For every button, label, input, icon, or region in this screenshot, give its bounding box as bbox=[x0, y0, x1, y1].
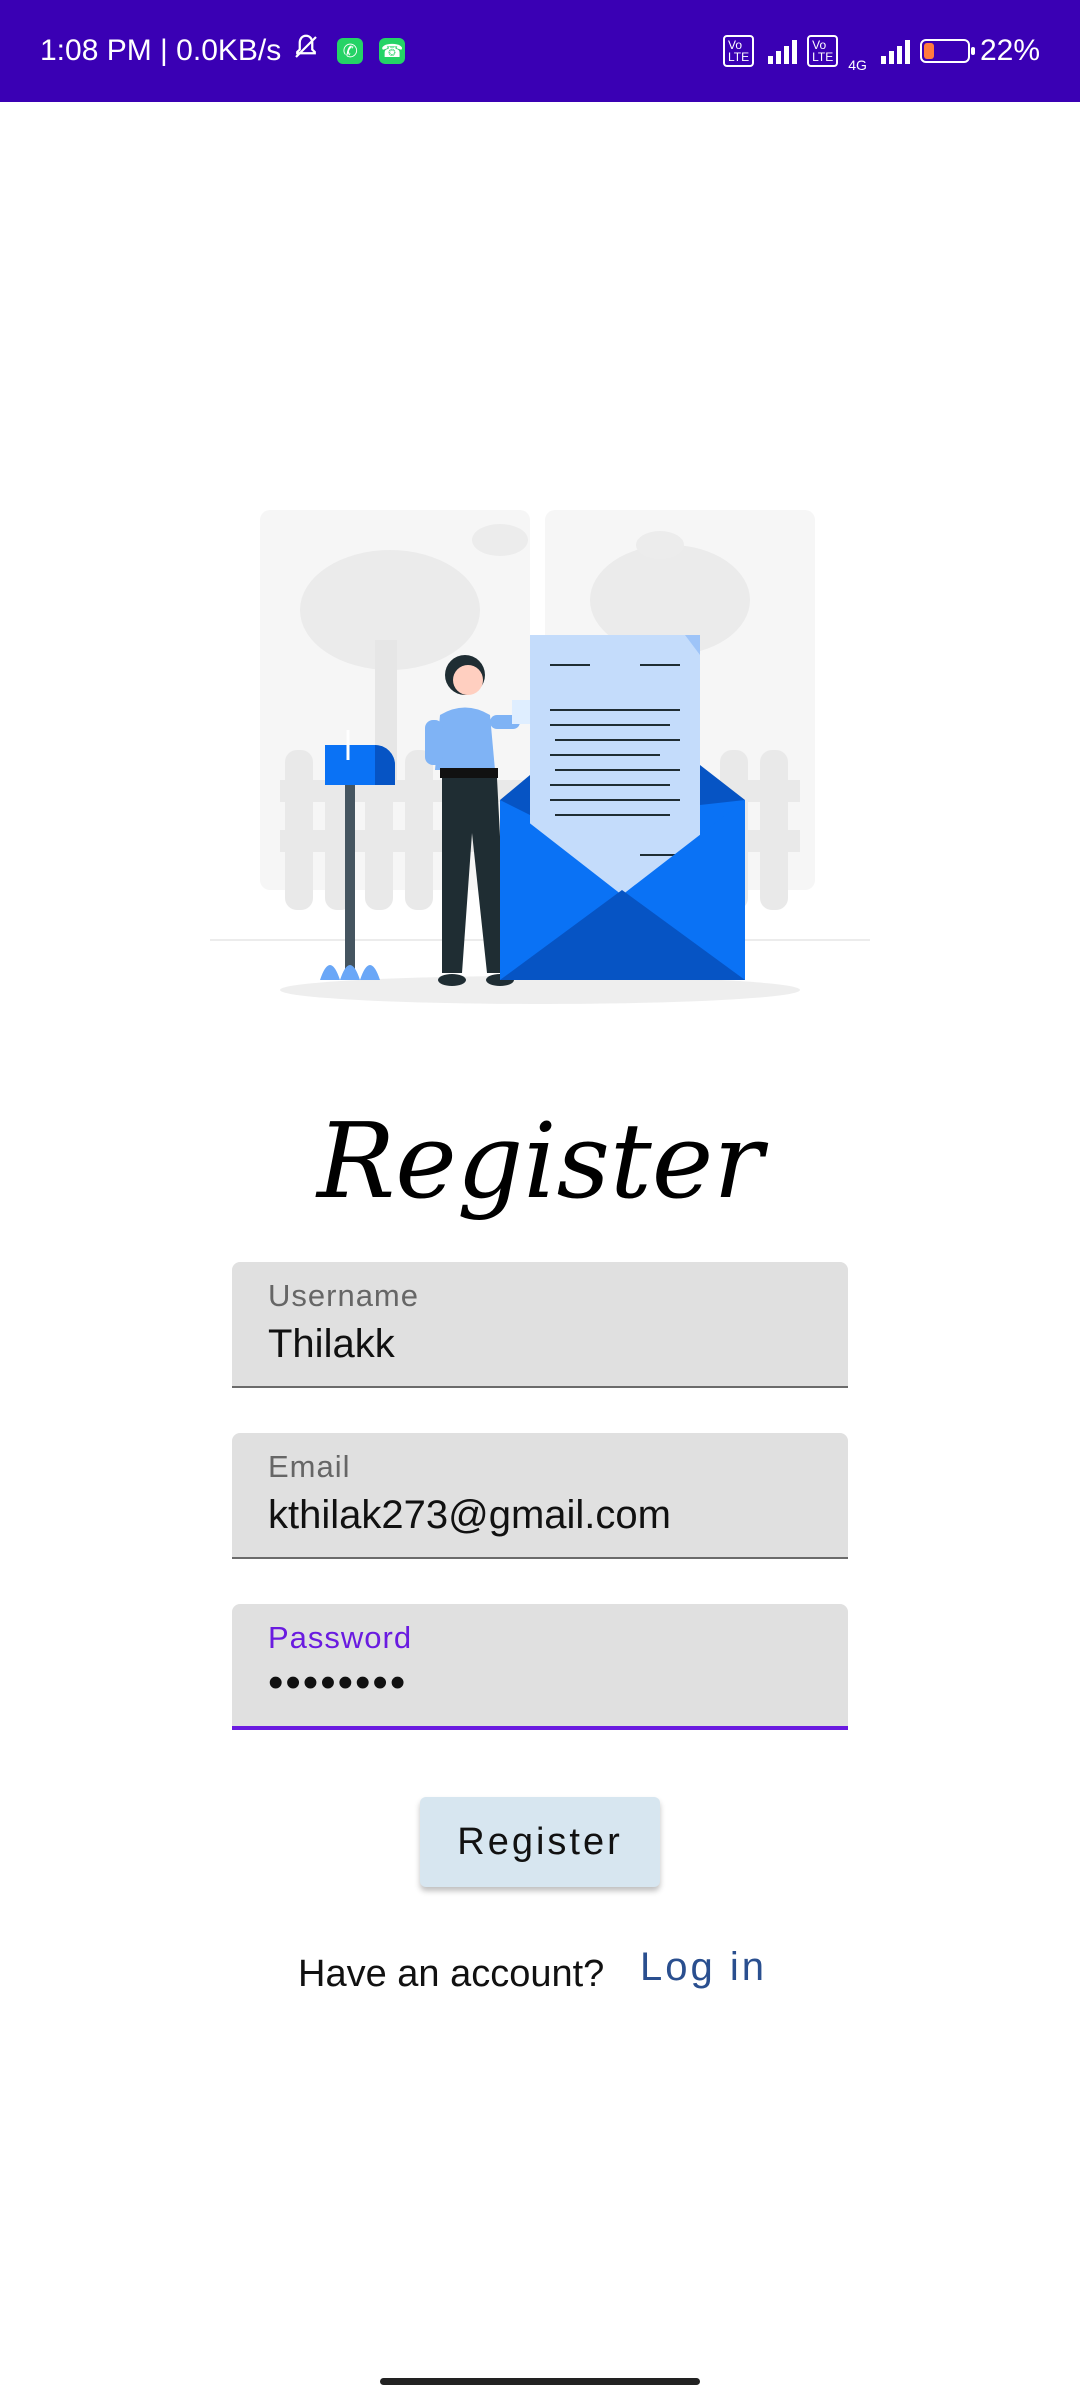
username-label: Username bbox=[268, 1278, 419, 1313]
status-right: Vo LTE Vo LTE 4G 22% bbox=[723, 29, 1040, 73]
home-indicator[interactable] bbox=[380, 2378, 700, 2385]
username-field[interactable]: Username Thilakk bbox=[232, 1262, 848, 1388]
password-label: Password bbox=[268, 1620, 413, 1655]
bell-off-icon bbox=[291, 32, 321, 70]
volte-icon: Vo LTE bbox=[723, 35, 755, 67]
battery-fill bbox=[923, 43, 935, 59]
have-account-text: Have an account? bbox=[298, 1953, 605, 1995]
password-input[interactable]: •••••••• bbox=[268, 1658, 812, 1708]
page-title: Register bbox=[316, 1100, 764, 1222]
signal-icon bbox=[880, 38, 910, 64]
whatsapp-icon: ✆ bbox=[337, 38, 364, 64]
status-left: 1:08 PM | 0.0KB/s ✆ ☎ bbox=[40, 32, 406, 70]
battery-percent: 22% bbox=[979, 34, 1040, 67]
status-time: 1:08 PM | 0.0KB/s bbox=[40, 34, 282, 67]
email-field[interactable]: Email kthilak273@gmail.com bbox=[232, 1433, 848, 1559]
login-link[interactable]: Log in bbox=[640, 1945, 767, 1990]
network-type: 4G bbox=[848, 57, 867, 73]
woman-reading-letter-illustration bbox=[200, 500, 880, 1020]
register-button[interactable]: Register bbox=[420, 1797, 660, 1887]
email-input[interactable]: kthilak273@gmail.com bbox=[268, 1493, 812, 1538]
username-input[interactable]: Thilakk bbox=[268, 1322, 812, 1367]
volte-icon: Vo LTE bbox=[807, 35, 839, 67]
login-prompt: Have an account? Log in bbox=[0, 1945, 1080, 2005]
password-field[interactable]: Password •••••••• bbox=[232, 1604, 848, 1730]
status-bar: 1:08 PM | 0.0KB/s ✆ ☎ Vo LTE Vo LTE 4G 22% bbox=[0, 0, 1080, 102]
battery-icon bbox=[919, 39, 975, 63]
signal-icon bbox=[768, 38, 798, 64]
call-icon: ☎ bbox=[379, 38, 406, 64]
email-label: Email bbox=[268, 1449, 351, 1484]
